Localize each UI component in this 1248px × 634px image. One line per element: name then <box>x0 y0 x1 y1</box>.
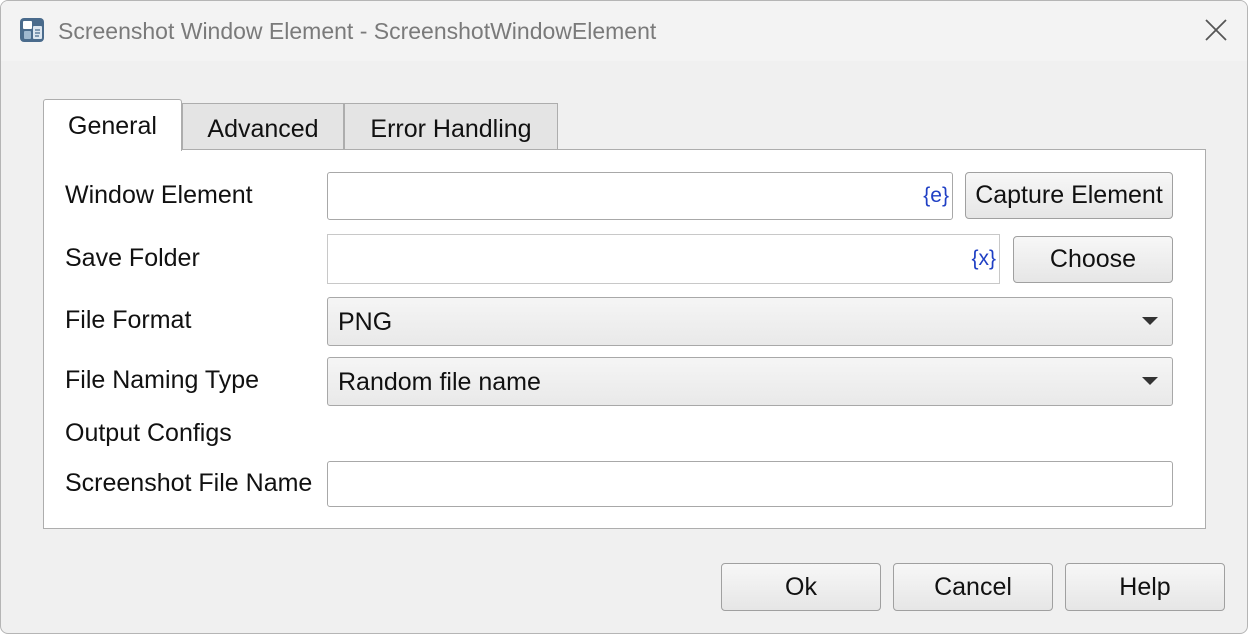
file-naming-type-value: Random file name <box>338 368 541 396</box>
window-element-label: Window Element <box>65 181 253 209</box>
save-folder-label: Save Folder <box>65 244 200 272</box>
file-naming-type-label: File Naming Type <box>65 366 260 394</box>
output-configs-heading: Output Configs <box>65 419 232 447</box>
file-format-value: PNG <box>338 308 393 336</box>
file-format-label: File Format <box>65 306 192 334</box>
dialog-window: Screenshot Window Element - ScreenshotWi… <box>0 0 1248 634</box>
tab-general[interactable]: General <box>43 99 182 151</box>
element-variable-icon[interactable]: {e} <box>923 184 949 208</box>
file-format-select[interactable]: PNG <box>327 297 1173 346</box>
app-icon <box>19 17 45 43</box>
help-button[interactable]: Help <box>1065 563 1225 611</box>
cancel-button[interactable]: Cancel <box>893 563 1053 611</box>
screenshot-file-name-label: Screenshot File Name <box>65 469 313 497</box>
save-folder-input[interactable]: {x} <box>327 234 1000 284</box>
ok-button[interactable]: Ok <box>721 563 881 611</box>
window-element-input[interactable]: {e} <box>327 172 953 220</box>
chevron-down-icon <box>1142 317 1158 325</box>
variable-icon[interactable]: {x} <box>971 247 996 271</box>
title-bar: Screenshot Window Element - ScreenshotWi… <box>1 1 1247 61</box>
choose-button[interactable]: Choose <box>1013 236 1173 283</box>
close-icon[interactable] <box>1201 15 1231 45</box>
capture-element-button[interactable]: Capture Element <box>965 172 1173 219</box>
file-naming-type-select[interactable]: Random file name <box>327 357 1173 406</box>
tab-error-handling[interactable]: Error Handling <box>344 103 558 149</box>
chevron-down-icon <box>1142 377 1158 385</box>
window-title: Screenshot Window Element - ScreenshotWi… <box>58 18 657 44</box>
screenshot-file-name-input[interactable] <box>327 461 1173 507</box>
tab-advanced[interactable]: Advanced <box>182 103 344 149</box>
